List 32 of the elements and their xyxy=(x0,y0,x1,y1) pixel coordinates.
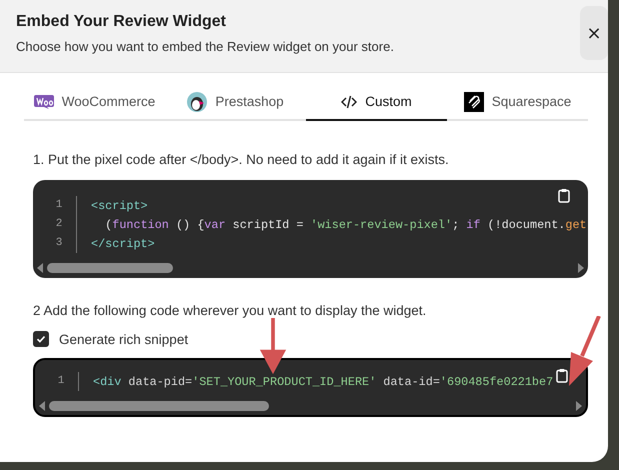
line-number: 3 xyxy=(49,234,77,253)
scroll-right-icon[interactable] xyxy=(576,401,582,411)
code-line: </script> xyxy=(91,236,155,250)
instruction-text: 1. Put the pixel code after </body>. No need to add it again if it exists. xyxy=(33,152,450,167)
scroll-left-icon[interactable] xyxy=(39,401,45,411)
platform-tab[interactable]: Custom xyxy=(306,84,447,121)
platform-tab[interactable]: WooCommerce xyxy=(24,84,165,121)
checkbox-label: Generate rich snippet xyxy=(59,332,188,346)
puffin-logo-icon xyxy=(187,92,208,112)
checkbox[interactable] xyxy=(33,331,49,347)
woo-logo-icon xyxy=(34,94,54,108)
line-number: 1 xyxy=(51,372,79,391)
code-line: (function () {var scriptId = 'wiser-review-pixel'; if (!document.get xyxy=(104,218,587,232)
check-icon xyxy=(35,333,47,345)
dialog-subtitle: Choose how you want to embed the Review widget on your store. xyxy=(16,39,394,54)
line-number: 2 xyxy=(49,215,77,234)
dialog-title: Embed Your Review Widget xyxy=(16,13,227,31)
close-button[interactable]: × xyxy=(580,6,608,60)
scroll-left-icon[interactable] xyxy=(37,263,43,273)
copy-icon[interactable] xyxy=(556,368,568,383)
scrollbar-thumb[interactable] xyxy=(47,263,174,273)
scroll-right-icon[interactable] xyxy=(578,263,584,273)
instruction-text: 2 Add the following code wherever you want to display the widget. xyxy=(33,303,428,318)
line-number: 1 xyxy=(49,196,77,215)
code-line: <script> xyxy=(91,198,148,212)
squarespace-logo-icon xyxy=(464,92,484,112)
platform-tab[interactable]: Prestashop xyxy=(165,84,306,121)
platform-tab[interactable]: Squarespace xyxy=(447,84,588,121)
code-icon xyxy=(341,94,358,108)
scrollbar-thumb[interactable] xyxy=(49,401,269,411)
copy-icon[interactable] xyxy=(558,188,570,203)
code-line: <div data-pid='SET_YOUR_PRODUCT_ID_HERE' data-id='690485fe0221be7 xyxy=(93,374,554,388)
